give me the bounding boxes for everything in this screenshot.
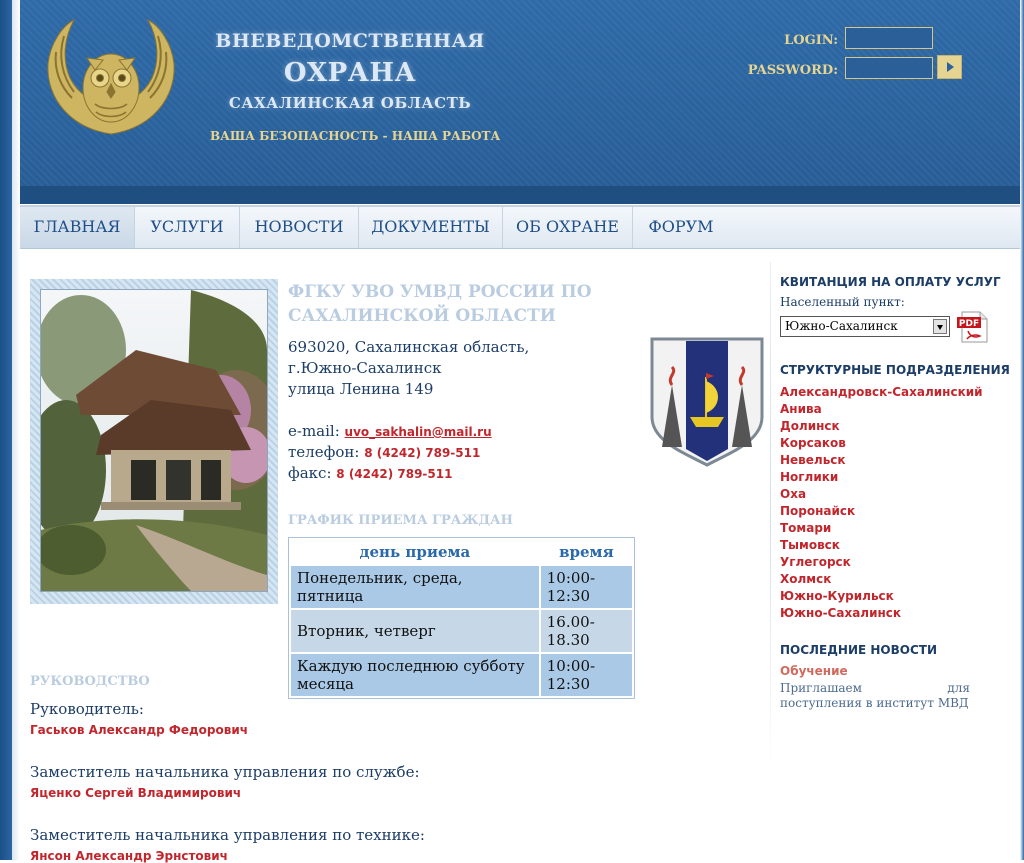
news-item-title[interactable]: Обучение [780,664,848,678]
division-link[interactable]: Корсаков [780,435,983,452]
fax-label: факс: [288,464,332,482]
nav-item-news[interactable]: НОВОСТИ [240,207,359,248]
schedule-time-cell: 10:00-12:30 [540,654,632,696]
email-link[interactable]: uvo_sakhalin@mail.ru [345,425,492,439]
login-input[interactable] [845,27,933,49]
column-header-time: время [559,543,614,561]
brand-region: САХАЛИНСКАЯ ОБЛАСТЬ [228,94,472,112]
brand-title-line-1: ВНЕВЕДОМСТВЕННАЯ [215,30,485,52]
sidebar-divider [770,262,771,777]
news-item-text: Приглашаем для поступления в институт МВ… [780,681,970,710]
table-header-row: день приема время [291,540,632,564]
division-link[interactable]: Южно-Сахалинск [780,605,983,622]
division-link[interactable]: Холмск [780,571,983,588]
column-header-day: день приема [359,543,471,561]
management-name[interactable]: Янсон Александр Эрнстович [30,849,228,863]
address-line-3: улица Ленина 149 [288,380,434,398]
schedule-time-cell: 16.00-18.30 [540,610,632,652]
address-line-1: 693020, Сахалинская область, [288,338,530,356]
table-row: Каждую последнюю субботу месяца 10:00-12… [291,654,632,696]
latest-news-heading: ПОСЛЕДНИЕ НОВОСТИ [780,643,937,657]
coat-of-arms-icon [650,337,764,467]
schedule-day-cell: Каждую последнюю субботу месяца [291,654,539,696]
brand-slogan: ВАША БЕЗОПАСНОСТЬ - НАША РАБОТА [210,129,501,143]
password-label: PASSWORD: [747,63,838,78]
email-label: e-mail: [288,422,340,440]
division-link[interactable]: Поронайск [780,503,983,520]
nav-item-forum[interactable]: ФОРУМ [633,207,729,248]
chevron-down-icon[interactable] [933,319,947,334]
division-link[interactable]: Тымовск [780,537,983,554]
management-name[interactable]: Гаськов Александр Федорович [30,723,248,737]
management-name[interactable]: Яценко Сергей Владимирович [30,786,241,800]
page-right-border [1020,0,1024,860]
divisions-heading: СТРУКТУРНЫЕ ПОДРАЗДЕЛЕНИЯ [780,363,1010,377]
organization-title: ФГКУ УВО УМВД РОССИИ ПО САХАЛИНСКОЙ ОБЛА… [288,282,592,326]
division-link[interactable]: Ноглики [780,469,983,486]
site-header: ВНЕВЕДОМСТВЕННАЯ ОХРАНА САХАЛИНСКАЯ ОБЛА… [20,0,1020,186]
login-label: LOGIN: [784,33,838,48]
phone-row: телефон: 8 (4242) 789-511 [288,443,480,461]
management-role: Заместитель начальника управления по тех… [30,826,425,844]
reception-schedule-table: день приема время Понедельник, среда, пя… [288,537,635,699]
header-bottom-strip [20,186,1020,204]
owl-emblem-logo[interactable] [40,16,182,136]
building-photo-frame [30,279,278,604]
table-row: Вторник, четверг 16.00-18.30 [291,610,632,652]
schedule-day-cell: Понедельник, среда, пятница [291,566,539,608]
division-link[interactable]: Оха [780,486,983,503]
locality-selected-value: Южно-Сахалинск [785,319,898,333]
receipt-heading: КВИТАНЦИЯ НА ОПЛАТУ УСЛУГ [780,275,1001,289]
locality-select[interactable]: Южно-Сахалинск [780,316,950,337]
login-submit-button[interactable] [937,55,962,79]
phone-value: 8 (4242) 789-511 [364,446,481,460]
management-title: РУКОВОДСТВО [30,674,150,689]
address-line-2: г.Южно-Сахалинск [288,359,442,377]
page-left-border [0,0,20,860]
svg-text:PDF: PDF [959,319,979,329]
nav-item-home[interactable]: ГЛАВНАЯ [20,207,135,248]
management-role: Заместитель начальника управления по слу… [30,763,420,781]
division-link[interactable]: Долинск [780,418,983,435]
phone-label: телефон: [288,443,360,461]
fax-row: факс: 8 (4242) 789-511 [288,464,452,482]
schedule-day-cell: Вторник, четверг [291,610,539,652]
nav-item-services[interactable]: УСЛУГИ [135,207,240,248]
division-link[interactable]: Углегорск [780,554,983,571]
fax-value: 8 (4242) 789-511 [336,467,453,481]
email-row: e-mail: uvo_sakhalin@mail.ru [288,422,492,440]
division-link[interactable]: Южно-Курильск [780,588,983,605]
table-row: Понедельник, среда, пятница 10:00-12:30 [291,566,632,608]
division-link[interactable]: Томари [780,520,983,537]
pdf-icon[interactable]: PDF [956,311,990,343]
schedule-time-cell: 10:00-12:30 [540,566,632,608]
brand-title-line-2: ОХРАНА [283,58,417,88]
divisions-list: Александровск-Сахалинский Анива Долинск … [780,384,983,622]
nav-item-documents[interactable]: ДОКУМЕНТЫ [359,207,503,248]
schedule-title: ГРАФИК ПРИЕМА ГРАЖДАН [288,513,513,528]
management-role: Руководитель: [30,700,144,718]
division-link[interactable]: Александровск-Сахалинский [780,384,983,401]
building-photo [40,289,268,592]
division-link[interactable]: Анива [780,401,983,418]
nav-item-about[interactable]: ОБ ОХРАНЕ [503,207,633,248]
main-navigation: ГЛАВНАЯ УСЛУГИ НОВОСТИ ДОКУМЕНТЫ ОБ ОХРА… [20,205,1020,249]
division-link[interactable]: Невельск [780,452,983,469]
locality-label: Населенный пункт: [780,295,905,309]
password-input[interactable] [845,57,933,79]
